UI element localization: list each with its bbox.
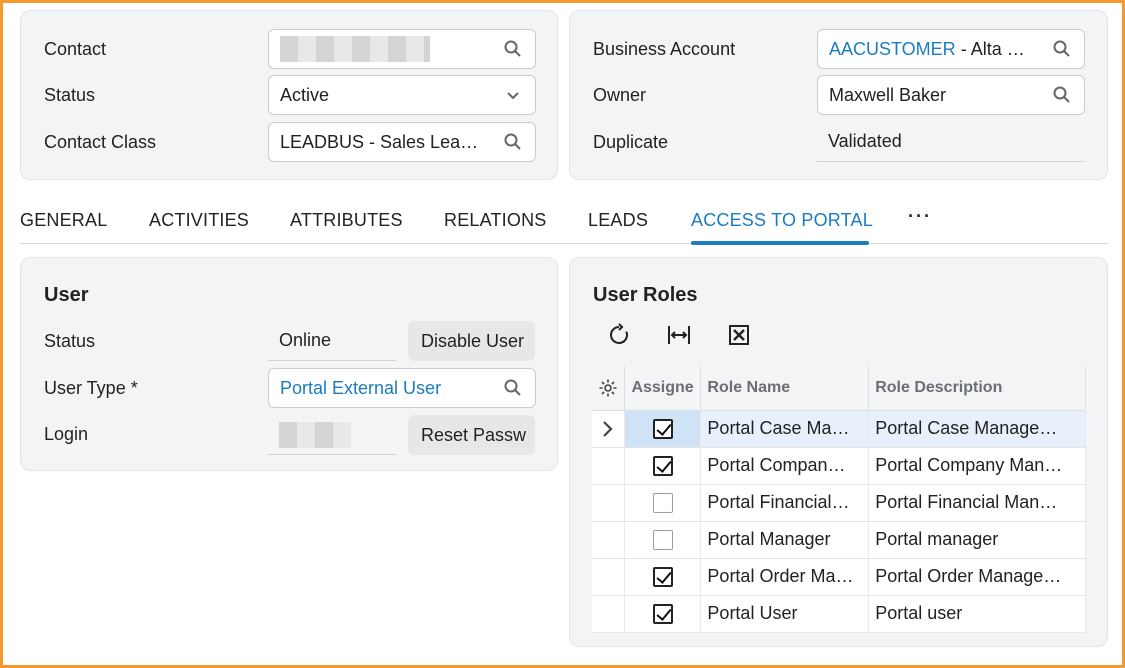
login-value-redacted — [279, 421, 351, 448]
contact-class-label: Contact Class — [44, 132, 157, 152]
column-header-role-name[interactable]: Role Name — [700, 366, 870, 411]
contact-field[interactable] — [268, 29, 536, 69]
refresh-icon[interactable] — [607, 323, 631, 347]
tab-relations[interactable]: RELATIONS — [444, 210, 547, 231]
role-description-cell[interactable]: Portal Case Manage… — [868, 410, 1086, 448]
contact-class-field[interactable]: LEADBUS - Sales Lea… — [268, 122, 536, 162]
user-roles-title: User Roles — [593, 284, 698, 306]
role-name-cell[interactable]: Portal Case Ma… — [700, 410, 870, 448]
tab-activities[interactable]: ACTIVITIES — [149, 210, 249, 231]
contact-value-redacted — [280, 36, 430, 62]
status-label: Status — [44, 85, 96, 105]
table-row[interactable]: Portal User Portal user — [592, 595, 1086, 633]
chevron-down-icon[interactable] — [503, 85, 523, 105]
user-roles-grid: Assigne Role Name Role Description Porta… — [592, 366, 1086, 633]
user-status-value: Online — [268, 321, 396, 361]
user-type-label: User Type * — [44, 378, 138, 398]
business-account-value[interactable]: AACUSTOMER - Alta … — [829, 39, 1025, 60]
assigned-cell[interactable] — [624, 558, 702, 596]
assigned-checkbox[interactable] — [652, 604, 673, 625]
assigned-checkbox[interactable] — [652, 567, 673, 588]
row-expander-cell[interactable] — [592, 484, 626, 522]
role-name-cell[interactable]: Portal Order Ma… — [700, 558, 870, 596]
search-icon[interactable] — [1052, 85, 1072, 105]
user-type-value[interactable]: Portal External User — [280, 378, 441, 399]
reset-password-button[interactable]: Reset Passw — [408, 415, 535, 455]
table-row[interactable]: Portal Order Ma… Portal Order Manage… — [592, 558, 1086, 596]
tab-leads[interactable]: LEADS — [588, 210, 648, 231]
search-icon[interactable] — [503, 39, 523, 59]
row-expander-cell[interactable] — [592, 558, 626, 596]
business-account-link[interactable]: AACUSTOMER — [829, 39, 956, 59]
active-tab-indicator — [691, 241, 869, 245]
account-summary-panel: Business Account AACUSTOMER - Alta … Own… — [569, 10, 1108, 180]
role-description-cell[interactable]: Portal Financial Man… — [868, 484, 1086, 522]
user-status-label: Status — [44, 331, 96, 351]
column-header-assigned[interactable]: Assigne — [624, 366, 702, 411]
user-panel: User Status Online Disable User User Typ… — [20, 257, 558, 471]
role-description-cell[interactable]: Portal Company Man… — [868, 447, 1086, 485]
table-row[interactable]: Portal Manager Portal manager — [592, 521, 1086, 559]
user-section-title: User — [44, 284, 89, 306]
tab-access-to-portal[interactable]: ACCESS TO PORTAL — [691, 210, 873, 231]
tab-bar: GENERAL ACTIVITIES ATTRIBUTES RELATIONS … — [20, 196, 1108, 245]
user-roles-panel: User Roles Assigne Role Name Role Descri… — [569, 257, 1108, 647]
export-excel-icon[interactable] — [727, 323, 751, 347]
role-description-cell[interactable]: Portal user — [868, 595, 1086, 633]
table-row[interactable]: Portal Compan… Portal Company Man… — [592, 447, 1086, 485]
grid-header-row: Assigne Role Name Role Description — [592, 366, 1086, 411]
owner-label: Owner — [593, 85, 647, 105]
assigned-checkbox[interactable] — [652, 530, 673, 551]
assigned-cell[interactable] — [624, 521, 702, 559]
owner-field[interactable]: Maxwell Baker — [817, 75, 1085, 115]
duplicate-value: Validated — [817, 122, 1085, 162]
status-select[interactable]: Active — [268, 75, 536, 115]
assigned-checkbox[interactable] — [652, 456, 673, 477]
business-account-name: - Alta … — [955, 38, 1025, 59]
tab-general[interactable]: GENERAL — [20, 210, 107, 231]
fit-columns-icon[interactable] — [667, 323, 691, 347]
search-icon[interactable] — [503, 378, 523, 398]
business-account-label: Business Account — [593, 39, 736, 59]
search-icon[interactable] — [1052, 39, 1072, 59]
login-label: Login — [44, 424, 89, 444]
assigned-cell[interactable] — [624, 410, 702, 448]
user-type-field[interactable]: Portal External User — [268, 368, 536, 408]
more-tabs-button[interactable]: ··· — [908, 206, 932, 227]
role-name-cell[interactable]: Portal User — [700, 595, 870, 633]
disable-user-button[interactable]: Disable User — [408, 321, 535, 361]
row-expander-cell[interactable] — [592, 595, 626, 633]
gear-icon[interactable] — [598, 378, 618, 398]
login-value — [268, 415, 396, 455]
row-expander-cell[interactable] — [592, 447, 626, 485]
duplicate-label: Duplicate — [593, 132, 669, 152]
tab-attributes[interactable]: ATTRIBUTES — [290, 210, 403, 231]
column-header-role-description[interactable]: Role Description — [868, 366, 1086, 411]
grid-settings-cell[interactable] — [592, 366, 626, 411]
search-icon[interactable] — [503, 132, 523, 152]
table-row[interactable]: Portal Case Ma… Portal Case Manage… — [592, 410, 1086, 448]
status-value: Active — [280, 84, 330, 105]
role-description-cell[interactable]: Portal manager — [868, 521, 1086, 559]
assigned-cell[interactable] — [624, 484, 702, 522]
role-description-cell[interactable]: Portal Order Manage… — [868, 558, 1086, 596]
table-row[interactable]: Portal Financial… Portal Financial Man… — [592, 484, 1086, 522]
row-expander-cell[interactable] — [592, 410, 626, 448]
role-name-cell[interactable]: Portal Financial… — [700, 484, 870, 522]
business-account-field[interactable]: AACUSTOMER - Alta … — [817, 29, 1085, 69]
contact-label: Contact — [44, 39, 107, 59]
assigned-cell[interactable] — [624, 447, 702, 485]
contact-class-value: LEADBUS - Sales Lea… — [280, 131, 479, 152]
role-name-cell[interactable]: Portal Manager — [700, 521, 870, 559]
role-name-cell[interactable]: Portal Compan… — [700, 447, 870, 485]
chevron-right-icon[interactable] — [601, 420, 615, 438]
owner-value: Maxwell Baker — [829, 84, 947, 105]
contact-summary-panel: Contact Status Active Contact Class LEAD… — [20, 10, 558, 180]
assigned-checkbox[interactable] — [652, 419, 673, 440]
assigned-cell[interactable] — [624, 595, 702, 633]
assigned-checkbox[interactable] — [652, 493, 673, 514]
row-expander-cell[interactable] — [592, 521, 626, 559]
